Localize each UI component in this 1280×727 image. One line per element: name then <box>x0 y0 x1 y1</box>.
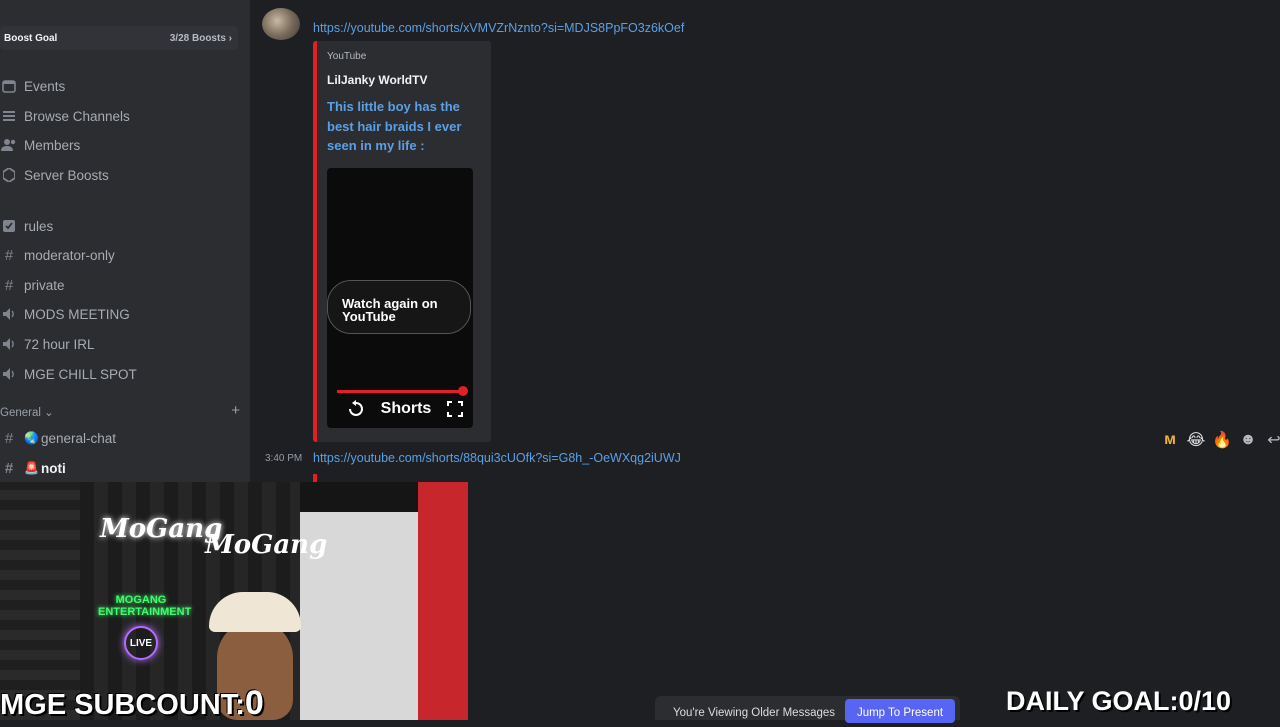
channel-label: noti <box>40 460 66 476</box>
channel-label: MGE CHILL SPOT <box>24 366 137 382</box>
list-icon <box>0 107 18 125</box>
channel-label: rules <box>24 218 54 234</box>
message-timestamp: 3:40 PM <box>265 453 303 464</box>
embed-provider: YouTube <box>327 51 367 62</box>
category-label: General ⌄ <box>0 407 54 419</box>
sidebar-item-members[interactable]: Members <box>0 133 80 157</box>
channel-label: MODS MEETING <box>24 306 130 322</box>
channel-noti[interactable]: # 🚨 noti <box>0 456 66 480</box>
subcount-label: MGE SUBCOUNT: <box>0 689 245 721</box>
reaction-fire[interactable]: 🔥 <box>1212 430 1232 450</box>
streamer-hat <box>209 592 301 632</box>
hash-icon: # <box>4 276 14 294</box>
neon-logo: MoGang <box>100 514 223 544</box>
globe-emoji: 🌏 <box>24 431 39 445</box>
replay-icon[interactable] <box>347 400 365 418</box>
subcount-overlay: MGE SUBCOUNT:0 <box>0 684 264 723</box>
speaker-icon <box>0 335 18 353</box>
channel-label: moderator-only <box>24 247 115 263</box>
add-reaction-icon[interactable]: ☻ <box>1238 431 1258 449</box>
neon-text: MOGANG ENTERTAINMENT <box>98 594 192 618</box>
voice-channel-72-hour-irl[interactable]: 72 hour IRL <box>0 332 95 356</box>
older-messages-label: You're Viewing Older Messages <box>673 707 836 719</box>
sidebar-item-label: Members <box>24 137 81 153</box>
flag <box>418 482 468 720</box>
sidebar-item-label: Server Boosts <box>24 167 109 183</box>
fullscreen-icon[interactable] <box>446 401 463 417</box>
siren-emoji: 🚨 <box>24 461 39 475</box>
message-actions: ᴍ 😂 🔥 ☻ ↩ <box>1160 430 1280 450</box>
channel-moderator-only[interactable]: # moderator-only <box>0 243 115 267</box>
channel-rules[interactable]: rules <box>0 214 53 238</box>
sidebar-item-events[interactable]: Events <box>0 74 65 98</box>
embed-title[interactable]: This little boy has the best hair braids… <box>327 97 477 156</box>
hash-icon: # <box>4 429 14 447</box>
channel-private[interactable]: # private <box>0 273 65 297</box>
daily-goal-overlay: DAILY GOAL:0/10 <box>1006 686 1232 716</box>
channel-label: private <box>24 277 65 293</box>
voice-channel-mods-meeting[interactable]: MODS MEETING <box>0 302 130 326</box>
hash-icon: # <box>4 246 14 264</box>
channel-label: 72 hour IRL <box>24 336 95 352</box>
progress-bar[interactable] <box>337 390 463 393</box>
boost-goal-label: Boost Goal <box>4 32 58 44</box>
reply-icon[interactable]: ↩ <box>1264 430 1280 450</box>
channel-general-chat[interactable]: # 🌏 general-chat <box>0 426 116 450</box>
message-link[interactable]: https://youtube.com/shorts/88qui3cUOfk?s… <box>313 451 681 465</box>
sidebar-item-label: Browse Channels <box>24 108 130 124</box>
speaker-icon <box>0 305 18 323</box>
older-messages-banner: You're Viewing Older Messages Jump To Pr… <box>655 696 960 723</box>
shorts-label: Shorts <box>380 400 432 417</box>
calendar-icon <box>0 77 18 95</box>
voice-channel-mge-chill-spot[interactable]: MGE CHILL SPOT <box>0 362 137 386</box>
reaction-laugh[interactable]: 😂 <box>1186 430 1206 450</box>
subcount-value: 0 <box>244 684 264 722</box>
rules-icon <box>0 217 18 235</box>
hash-icon: # <box>4 459 14 477</box>
category-general[interactable]: General ⌄ + <box>0 402 240 419</box>
sidebar-item-server-boosts[interactable]: Server Boosts <box>0 163 109 187</box>
boost-icon <box>0 166 18 184</box>
embed-author[interactable]: LilJanky WorldTV <box>327 73 427 87</box>
wall-logo: MoGang <box>205 530 328 560</box>
add-channel-button[interactable]: + <box>231 402 240 419</box>
jump-to-present-button[interactable]: Jump To Present <box>845 699 955 723</box>
progress-handle[interactable] <box>458 386 468 396</box>
video-player[interactable]: Watch again on YouTube Shorts <box>327 168 473 428</box>
speaker-icon <box>0 365 18 383</box>
live-sign: LIVE <box>124 626 158 660</box>
boost-goal-count: 3/28 Boosts › <box>169 32 232 44</box>
channel-label: general-chat <box>40 430 117 446</box>
sidebar-item-browse-channels[interactable]: Browse Channels <box>0 104 130 128</box>
boost-goal-bar[interactable]: Boost Goal 3/28 Boosts › <box>0 26 238 50</box>
youtube-embed: YouTube LilJanky WorldTV This little boy… <box>313 41 491 442</box>
members-icon <box>0 136 18 154</box>
sidebar-item-label: Events <box>24 78 66 94</box>
message-link[interactable]: https://youtube.com/shorts/xVMVZrNznto?s… <box>313 21 684 35</box>
reaction-m[interactable]: ᴍ <box>1160 431 1180 449</box>
watch-again-button[interactable]: Watch again on YouTube <box>327 280 471 334</box>
avatar[interactable] <box>262 8 300 40</box>
player-controls: Shorts <box>347 400 463 418</box>
